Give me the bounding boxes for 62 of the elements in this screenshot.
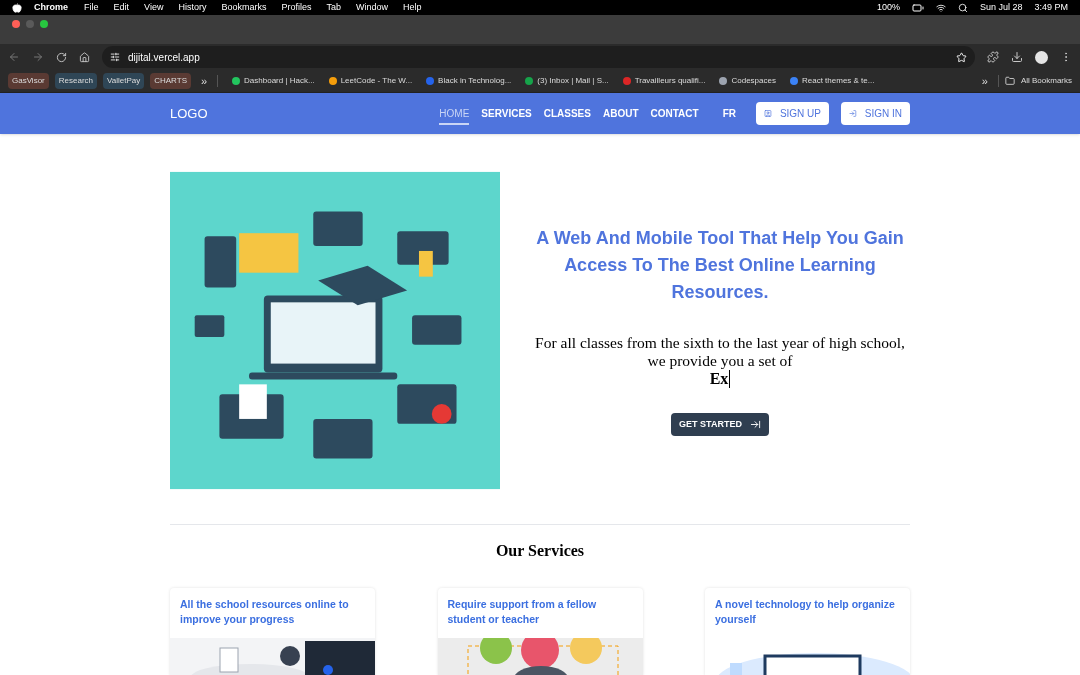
section-title: Our Services [494, 541, 586, 561]
bookmark-tag[interactable]: GasVisor [8, 73, 49, 89]
nav-link[interactable]: CLASSES [543, 102, 591, 125]
bookmark-tag[interactable]: ValletPay [103, 73, 145, 89]
get-started-button[interactable]: GET STARTED [671, 413, 769, 436]
menu-item[interactable]: History [178, 0, 207, 15]
bookmark-item[interactable]: Dashboard | Hack... [232, 75, 315, 87]
card-title: Require support from a fellow student or teacher [446, 597, 598, 627]
bookmark-star-icon[interactable] [956, 51, 967, 63]
home-icon[interactable] [79, 51, 90, 63]
typed-text: Ex [709, 370, 731, 388]
logo[interactable]: LOGO [170, 103, 208, 124]
hero-title: A Web And Mobile Tool That Help You Gain Access To The Best Online Learning Resources. [535, 227, 905, 304]
menu-time[interactable]: 3:49 PM [1034, 0, 1068, 15]
nav-link[interactable]: SERVICES [481, 102, 532, 125]
bookmark-tag[interactable]: Research [54, 73, 97, 89]
language-toggle[interactable]: FR [722, 106, 736, 121]
address-bar[interactable]: dijital.vercel.app [102, 46, 975, 68]
close-window-button[interactable] [12, 20, 20, 28]
all-bookmarks-link[interactable]: All Bookmarks [1020, 75, 1072, 87]
menu-item[interactable]: Bookmarks [221, 0, 267, 15]
download-icon[interactable] [1011, 51, 1023, 63]
menu-item[interactable]: File [84, 0, 99, 15]
menu-item[interactable]: Help [403, 0, 422, 15]
menu-date[interactable]: Sun Jul 28 [979, 0, 1023, 15]
profile-avatar[interactable] [1035, 50, 1048, 64]
bookmark-tag[interactable]: CHARTS [150, 73, 191, 89]
extensions-icon[interactable] [987, 51, 999, 63]
reload-icon[interactable] [56, 51, 67, 63]
card-title: A novel technology to help organize yourself [714, 597, 896, 627]
sign-up-button[interactable]: SIGN UP [756, 102, 829, 125]
wifi-icon[interactable] [935, 2, 946, 13]
menu-item[interactable]: View [144, 0, 164, 15]
nav-link[interactable]: ABOUT [602, 102, 639, 125]
battery-icon[interactable] [911, 1, 924, 14]
bookmark-item[interactable]: (3) Inbox | Mail | S... [525, 75, 609, 87]
more-bookmarks-button[interactable]: » [977, 72, 992, 90]
url-text: dijital.vercel.app [128, 50, 200, 65]
hero-text: For all classes from the sixth to the last year of high school, we provide you a set of [534, 334, 906, 370]
menu-item[interactable]: Edit [113, 0, 130, 15]
arrow-icon [749, 419, 761, 430]
nav-link[interactable]: CONTACT [650, 102, 699, 125]
more-bookmarks-button[interactable]: » [196, 72, 212, 90]
sign-in-button[interactable]: SIGN IN [841, 102, 910, 125]
search-icon[interactable] [957, 2, 968, 13]
menu-item[interactable]: Profiles [281, 0, 312, 15]
bookmark-item[interactable]: Black in Technolog... [426, 75, 512, 87]
zoom-window-button[interactable] [40, 20, 48, 28]
site-settings-icon[interactable] [110, 52, 120, 62]
user-icon [764, 108, 772, 119]
apple-icon[interactable] [12, 2, 22, 13]
battery-percent: 100% [876, 0, 900, 14]
app-menu[interactable]: Chrome [34, 0, 68, 15]
card-title: All the school resources online to improve your progress [179, 597, 350, 627]
sign-in-icon [849, 108, 857, 119]
bookmark-item[interactable]: LeetCode - The W... [328, 75, 413, 87]
menu-item[interactable]: Tab [326, 0, 341, 15]
menu-item[interactable]: Window [355, 0, 388, 15]
bookmark-item[interactable]: Travailleurs qualifi... [622, 75, 706, 87]
bookmark-item[interactable]: React themes & te... [789, 75, 875, 87]
bookmark-item[interactable]: Codespaces [719, 75, 776, 87]
folder-icon[interactable] [1004, 76, 1015, 86]
